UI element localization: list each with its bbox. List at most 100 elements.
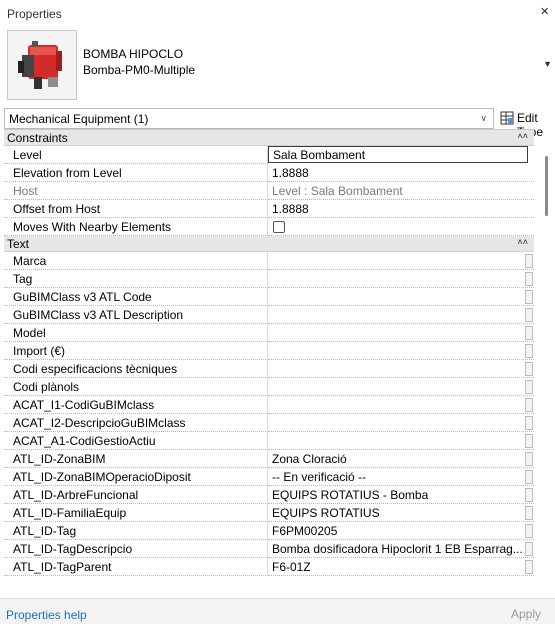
- category-filter-select[interactable]: Mechanical Equipment (1) ∨: [4, 108, 494, 129]
- property-value[interactable]: [268, 360, 534, 378]
- property-name: Moves With Nearby Elements: [13, 220, 172, 234]
- associate-parameter-button[interactable]: [525, 524, 533, 538]
- associate-parameter-button[interactable]: [525, 542, 533, 556]
- associate-parameter-button[interactable]: [525, 362, 533, 376]
- edit-type-button[interactable]: Edit Type: [500, 108, 555, 139]
- moves-with-nearby-checkbox[interactable]: [273, 221, 285, 233]
- property-row[interactable]: ATL_ID-Tag F6PM00205: [4, 522, 534, 540]
- property-name: ACAT_A1-CodiGestioActiu: [13, 434, 156, 448]
- property-value[interactable]: [268, 252, 534, 270]
- associate-parameter-button[interactable]: [525, 272, 533, 286]
- elevation-value-field[interactable]: 1.8888: [268, 164, 534, 182]
- properties-footer: Properties help Apply: [0, 598, 555, 624]
- property-name: ATL_ID-ZonaBIMOperacioDiposit: [13, 470, 191, 484]
- category-filter-value: Mechanical Equipment (1): [9, 112, 149, 126]
- pump-icon: [7, 30, 77, 100]
- property-row[interactable]: Tag: [4, 270, 534, 288]
- property-value[interactable]: EQUIPS ROTATIUS: [268, 504, 534, 522]
- property-value[interactable]: [268, 414, 534, 432]
- property-value[interactable]: Bomba dosificadora Hipoclorit 1 EB Espar…: [268, 540, 534, 558]
- property-name: Marca: [13, 254, 47, 268]
- group-header-constraints[interactable]: Constraints ˄˄: [4, 130, 534, 146]
- host-value-field: Level : Sala Bombament: [268, 182, 534, 200]
- property-row-level[interactable]: Level Sala Bombament: [4, 146, 534, 164]
- property-row-offset[interactable]: Offset from Host 1.8888: [4, 200, 534, 218]
- property-name: Tag: [13, 272, 33, 286]
- associate-parameter-button[interactable]: [525, 488, 533, 502]
- property-row[interactable]: ATL_ID-ArbreFuncional EQUIPS ROTATIUS - B…: [4, 486, 534, 504]
- property-row[interactable]: GuBIMClass v3 ATL Code: [4, 288, 534, 306]
- property-name: Offset from Host: [13, 202, 101, 216]
- property-row[interactable]: ACAT_I2-DescripcioGuBIMclass: [4, 414, 534, 432]
- associate-parameter-button[interactable]: [525, 380, 533, 394]
- offset-value-field[interactable]: 1.8888: [268, 200, 534, 218]
- property-row[interactable]: ATL_ID-TagParent F6-01Z: [4, 558, 534, 576]
- property-value[interactable]: [268, 270, 534, 288]
- properties-title-bar: Properties ×: [0, 0, 555, 26]
- associate-parameter-button[interactable]: [525, 470, 533, 484]
- property-value[interactable]: [268, 324, 534, 342]
- property-name: Level: [13, 148, 42, 162]
- property-row[interactable]: ATL_ID-FamiliaEquip EQUIPS ROTATIUS: [4, 504, 534, 522]
- property-row[interactable]: ACAT_A1-CodiGestioActiu: [4, 432, 534, 450]
- scrollbar-thumb[interactable]: [545, 156, 548, 216]
- property-row-elevation[interactable]: Elevation from Level 1.8888: [4, 164, 534, 182]
- vertical-scrollbar[interactable]: [537, 146, 551, 598]
- associate-parameter-button[interactable]: [525, 308, 533, 322]
- property-name: ACAT_I1-CodiGuBIMclass: [13, 398, 155, 412]
- property-name: ATL_ID-TagDescripcio: [13, 542, 133, 556]
- associate-parameter-button[interactable]: [525, 254, 533, 268]
- property-name: Codi plànols: [13, 380, 80, 394]
- property-row[interactable]: ACAT_I1-CodiGuBIMclass: [4, 396, 534, 414]
- edit-type-icon: [500, 111, 514, 128]
- group-header-text[interactable]: Text ˄˄: [4, 236, 534, 252]
- property-row[interactable]: GuBIMClass v3 ATL Description: [4, 306, 534, 324]
- property-row[interactable]: Import (€): [4, 342, 534, 360]
- collapse-icon[interactable]: ˄˄: [517, 131, 528, 141]
- collapse-icon[interactable]: ˄˄: [517, 237, 528, 247]
- property-value[interactable]: [268, 432, 534, 450]
- associate-parameter-button[interactable]: [525, 344, 533, 358]
- property-value[interactable]: EQUIPS ROTATIUS - Bomba: [268, 486, 534, 504]
- property-name: ATL_ID-ZonaBIM: [13, 452, 106, 466]
- close-icon[interactable]: ×: [540, 4, 549, 20]
- type-selector[interactable]: BOMBA HIPOCLO Bomba-PM0-Multiple ▼: [0, 26, 555, 102]
- associate-parameter-button[interactable]: [525, 434, 533, 448]
- properties-help-link[interactable]: Properties help: [6, 608, 87, 622]
- property-value[interactable]: [268, 378, 534, 396]
- property-row-host: Host Level : Sala Bombament: [4, 182, 534, 200]
- property-value[interactable]: [268, 342, 534, 360]
- property-row[interactable]: Codi plànols: [4, 378, 534, 396]
- property-value[interactable]: [268, 288, 534, 306]
- property-row[interactable]: ATL_ID-ZonaBIMOperacioDiposit -- En verif…: [4, 468, 534, 486]
- associate-parameter-button[interactable]: [525, 290, 533, 304]
- associate-parameter-button[interactable]: [525, 326, 533, 340]
- property-row-moves-with-nearby[interactable]: Moves With Nearby Elements: [4, 218, 534, 236]
- property-row[interactable]: Codi especificacions tècniques: [4, 360, 534, 378]
- property-row[interactable]: ATL_ID-TagDescripcio Bomba dosificadora H…: [4, 540, 534, 558]
- associate-parameter-button[interactable]: [525, 560, 533, 574]
- property-row[interactable]: Marca: [4, 252, 534, 270]
- property-value[interactable]: -- En verificació --: [268, 468, 534, 486]
- property-row[interactable]: Model: [4, 324, 534, 342]
- associate-parameter-button[interactable]: [525, 398, 533, 412]
- chevron-down-icon[interactable]: ▼: [543, 59, 552, 69]
- property-value[interactable]: Zona Cloració: [268, 450, 534, 468]
- level-value-field[interactable]: Sala Bombament: [268, 146, 528, 163]
- property-row[interactable]: ATL_ID-ZonaBIM Zona Cloració: [4, 450, 534, 468]
- property-name: Model: [13, 326, 46, 340]
- apply-button[interactable]: Apply: [500, 605, 552, 623]
- associate-parameter-button[interactable]: [525, 506, 533, 520]
- associate-parameter-button[interactable]: [525, 452, 533, 466]
- property-value[interactable]: [268, 306, 534, 324]
- property-name: Codi especificacions tècniques: [13, 362, 178, 376]
- property-name: ATL_ID-Tag: [13, 524, 77, 538]
- property-name: GuBIMClass v3 ATL Description: [13, 308, 184, 322]
- filter-row: Mechanical Equipment (1) ∨ Edit Type: [0, 108, 555, 139]
- chevron-down-icon: ∨: [480, 113, 487, 123]
- property-value[interactable]: F6-01Z: [268, 558, 534, 576]
- associate-parameter-button[interactable]: [525, 416, 533, 430]
- group-label: Constraints: [7, 131, 68, 145]
- property-value[interactable]: [268, 396, 534, 414]
- property-value[interactable]: F6PM00205: [268, 522, 534, 540]
